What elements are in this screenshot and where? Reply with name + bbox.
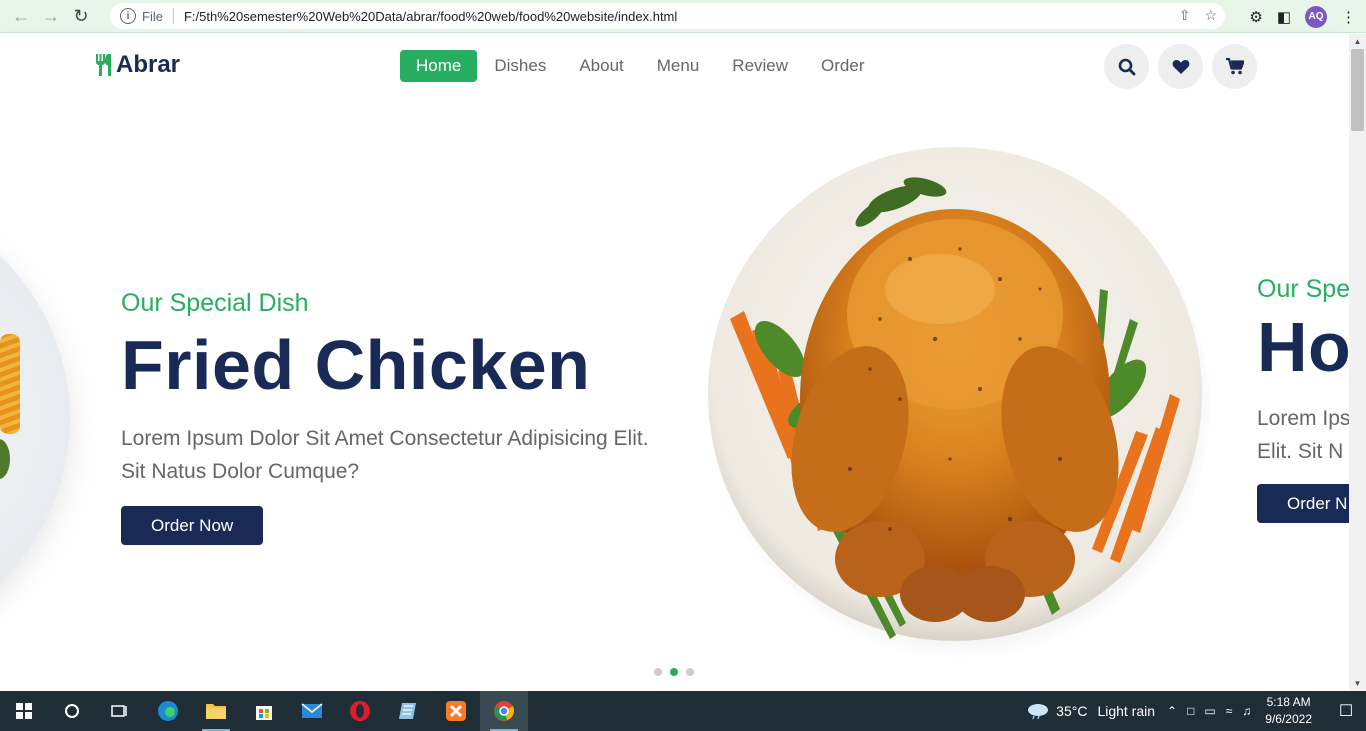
- next-order-now-button[interactable]: Order N: [1257, 484, 1349, 523]
- file-explorer-icon[interactable]: [192, 691, 240, 731]
- cart-icon: [1225, 58, 1244, 75]
- weather-widget[interactable]: 35°C Light rain: [1026, 702, 1155, 720]
- url-text[interactable]: F:/5th%20semester%20Web%20Data/abrar/foo…: [184, 9, 677, 24]
- slider-pagination: [654, 668, 694, 676]
- next-slide-description: Lorem Ips Elit. Sit N: [1257, 402, 1349, 468]
- nav-home[interactable]: Home: [400, 50, 478, 82]
- clock-time: 5:18 AM: [1266, 695, 1311, 709]
- tray-icons: ⌃ □ ▭ ≈ ♫: [1167, 704, 1251, 718]
- xampp-icon[interactable]: [432, 691, 480, 731]
- slide-title: Fried Chicken: [121, 326, 591, 404]
- mail-icon[interactable]: [288, 691, 336, 731]
- store-icon[interactable]: [240, 691, 288, 731]
- slide-description: Lorem Ipsum Dolor Sit Amet Consectetur A…: [121, 427, 649, 483]
- next-slide-content: Our Spe Ho Lorem Ips Elit. Sit N Order N: [1257, 275, 1349, 523]
- fried-chicken-image: [700, 139, 1210, 657]
- side-panel-icon[interactable]: ◧: [1277, 8, 1291, 26]
- next-slide-description-line-1: Lorem Ips: [1257, 407, 1349, 430]
- nav-dishes[interactable]: Dishes: [478, 50, 562, 82]
- battery-icon[interactable]: ▭: [1204, 704, 1215, 718]
- utensils-icon: [96, 54, 111, 76]
- next-slide-subtitle: Our Spe: [1257, 275, 1349, 303]
- info-icon[interactable]: i: [120, 8, 136, 24]
- extensions-icon[interactable]: ⚙: [1249, 8, 1262, 26]
- opera-browser-icon[interactable]: [336, 691, 384, 731]
- edge-browser-icon[interactable]: [144, 691, 192, 731]
- current-slide-content: Our Special Dish Fried Chicken Lorem Ips…: [121, 289, 661, 545]
- site-header: Abrar Home Dishes About Menu Review Orde…: [0, 34, 1349, 99]
- nav-menu[interactable]: Menu: [641, 50, 716, 82]
- order-now-button[interactable]: Order Now: [121, 506, 264, 545]
- main-nav: Home Dishes About Menu Review Order: [400, 50, 882, 82]
- weather-temperature: 35°C: [1056, 703, 1088, 719]
- taskbar-clock[interactable]: 5:18 AM 9/6/2022: [1265, 694, 1312, 728]
- site-logo[interactable]: Abrar: [94, 51, 180, 79]
- rain-cloud-icon: [1028, 704, 1049, 720]
- roast-chicken-graphic: [730, 177, 1180, 639]
- windows-taskbar: 35°C Light rain ⌃ □ ▭ ≈ ♫ 5:18 AM 9/6/20…: [0, 691, 1366, 731]
- greens-image: [0, 439, 10, 479]
- system-tray: 35°C Light rain ⌃ □ ▭ ≈ ♫ 5:18 AM 9/6/20…: [1026, 691, 1366, 731]
- wifi-icon[interactable]: ≈: [1226, 704, 1233, 718]
- scroll-up-arrow-icon[interactable]: ▲: [1349, 34, 1366, 49]
- task-view-icon[interactable]: [96, 691, 144, 731]
- address-bar[interactable]: i File F:/5th%20semester%20Web%20Data/ab…: [110, 3, 1225, 29]
- url-separator: [172, 8, 174, 24]
- notepad-app-icon[interactable]: [384, 691, 432, 731]
- next-slide-title: Ho: [1257, 308, 1349, 386]
- home-slider: Our Special Dish Fried Chicken Lorem Ips…: [0, 99, 1349, 691]
- forward-button[interactable]: →: [36, 1, 66, 31]
- profile-avatar[interactable]: AQ: [1305, 5, 1327, 28]
- scroll-thumb[interactable]: [1351, 49, 1364, 131]
- browser-toolbar: ← → ↻ i File F:/5th%20semester%20Web%20D…: [0, 0, 1366, 33]
- header-icons: [1104, 44, 1257, 89]
- heart-icon: [1172, 59, 1189, 74]
- slide-subtitle: Our Special Dish: [121, 289, 309, 317]
- pagination-dot-2[interactable]: [670, 668, 678, 676]
- page-scrollbar[interactable]: ▲ ▼: [1349, 34, 1366, 691]
- search-circle-icon[interactable]: [48, 691, 96, 731]
- notification-icon[interactable]: ☐: [1326, 701, 1366, 721]
- search-button[interactable]: [1104, 44, 1149, 89]
- cart-button[interactable]: [1212, 44, 1257, 89]
- logo-text: Abrar: [116, 51, 181, 78]
- chrome-browser-icon[interactable]: [480, 691, 528, 731]
- nav-review[interactable]: Review: [716, 50, 804, 82]
- url-scheme-label: File: [142, 8, 163, 24]
- windows-start-icon[interactable]: [0, 691, 48, 731]
- chevron-up-icon[interactable]: ⌃: [1167, 704, 1177, 718]
- bookmark-star-icon[interactable]: ☆: [1204, 7, 1217, 24]
- fries-image: [0, 334, 20, 434]
- volume-icon[interactable]: ♫: [1242, 704, 1251, 718]
- next-slide-description-line-2: Elit. Sit N: [1257, 440, 1344, 463]
- share-icon[interactable]: ⇧: [1179, 7, 1191, 24]
- menu-dots-icon[interactable]: ⋮: [1341, 8, 1356, 26]
- search-icon: [1118, 58, 1135, 75]
- scroll-down-arrow-icon[interactable]: ▼: [1349, 676, 1366, 691]
- weather-condition: Light rain: [1097, 703, 1156, 719]
- clock-date: 9/6/2022: [1265, 712, 1312, 726]
- favorites-button[interactable]: [1158, 44, 1203, 89]
- reload-button[interactable]: ↻: [66, 1, 96, 31]
- back-button[interactable]: ←: [6, 1, 36, 31]
- meet-now-icon[interactable]: □: [1187, 704, 1194, 718]
- previous-slide-plate-image: [0, 194, 70, 644]
- pagination-dot-1[interactable]: [654, 668, 662, 676]
- pagination-dot-3[interactable]: [686, 668, 694, 676]
- nav-order[interactable]: Order: [805, 50, 880, 82]
- nav-about[interactable]: About: [563, 50, 639, 82]
